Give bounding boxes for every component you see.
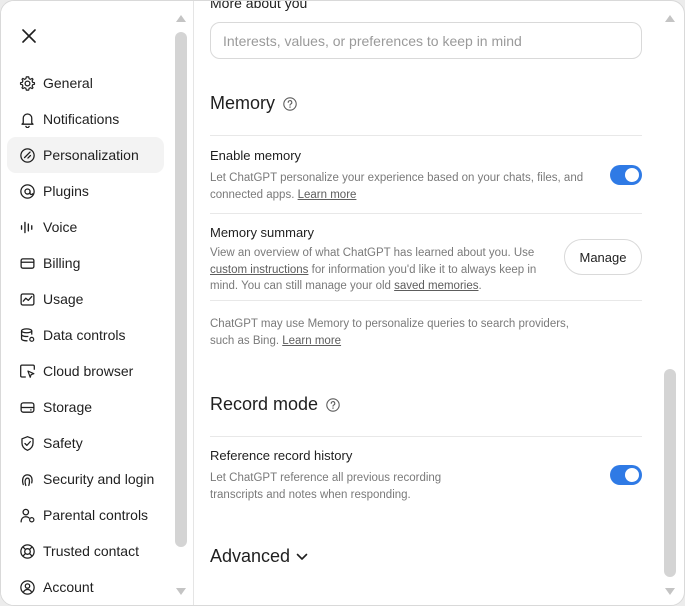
sidebar-item-parental-controls[interactable]: Parental controls	[7, 497, 164, 533]
advanced-section-toggle[interactable]: Advanced	[210, 546, 308, 567]
divider	[210, 213, 642, 214]
bell-icon	[18, 110, 36, 128]
manage-button[interactable]: Manage	[564, 239, 642, 275]
parental-controls-icon	[18, 506, 36, 524]
sidebar-item-trusted-contact[interactable]: Trusted contact	[7, 533, 164, 569]
settings-window: General Notifications Personalization Pl…	[0, 0, 685, 606]
sidebar-item-label: Safety	[43, 435, 83, 451]
sidebar-item-personalization[interactable]: Personalization	[7, 137, 164, 173]
sidebar-item-storage[interactable]: Storage	[7, 389, 164, 425]
sidebar-item-label: Storage	[43, 399, 93, 415]
fingerprint-icon	[18, 470, 36, 488]
sidebar-item-plugins[interactable]: Plugins	[7, 173, 164, 209]
sidebar-item-cloud-browser[interactable]: Cloud browser	[7, 353, 164, 389]
close-button[interactable]	[15, 22, 43, 50]
saved-memories-link[interactable]: saved memories	[394, 280, 478, 292]
help-icon[interactable]	[283, 96, 297, 111]
sidebar-scroll-down-arrow[interactable]	[176, 587, 186, 595]
cloud-browser-icon	[18, 362, 36, 380]
settings-sidebar: General Notifications Personalization Pl…	[1, 1, 194, 605]
enable-memory-title: Enable memory	[210, 148, 302, 163]
reference-record-history-toggle[interactable]	[610, 465, 642, 485]
sidebar-item-label: Cloud browser	[43, 363, 134, 379]
storage-icon	[18, 398, 36, 416]
sidebar-item-label: Plugins	[43, 183, 89, 199]
sidebar-item-security-and-login[interactable]: Security and login	[7, 461, 164, 497]
sidebar-item-usage[interactable]: Usage	[7, 281, 164, 317]
record-mode-title-text: Record mode	[210, 394, 319, 414]
learn-more-link[interactable]: Learn more	[298, 189, 357, 201]
billing-icon	[18, 254, 36, 272]
help-icon[interactable]	[326, 397, 340, 412]
divider	[210, 135, 642, 136]
voice-icon	[18, 218, 36, 236]
more-about-you-input[interactable]	[210, 22, 642, 59]
sidebar-item-label: Personalization	[43, 147, 139, 163]
enable-memory-description: Let ChatGPT personalize your experience …	[210, 172, 584, 201]
memory-summary-title: Memory summary	[210, 225, 315, 240]
account-icon	[18, 578, 36, 596]
settings-nav: General Notifications Personalization Pl…	[7, 65, 164, 605]
gear-icon	[18, 74, 36, 92]
settings-content: More about you Memory Enable memory Let …	[194, 0, 684, 605]
toggle-knob	[625, 468, 639, 482]
sidebar-item-label: Trusted contact	[43, 543, 139, 559]
sidebar-item-label: General	[43, 75, 93, 91]
custom-instructions-link[interactable]: custom instructions	[210, 264, 308, 276]
sidebar-item-label: Account	[43, 579, 94, 595]
sidebar-item-label: Notifications	[43, 111, 120, 127]
sidebar-item-general[interactable]: General	[7, 65, 164, 101]
memory-title-text: Memory	[210, 93, 276, 113]
personalization-icon	[18, 146, 36, 164]
sidebar-scrollbar[interactable]	[175, 32, 187, 547]
memory-section-title: Memory	[210, 93, 297, 114]
sidebar-item-label: Voice	[43, 219, 78, 235]
sidebar-item-label: Security and login	[43, 471, 155, 487]
content-scroll-down-arrow[interactable]	[665, 587, 675, 595]
sidebar-item-label: Parental controls	[43, 507, 149, 523]
sidebar-scroll-up-arrow[interactable]	[176, 14, 186, 22]
sidebar-item-label: Data controls	[43, 327, 126, 343]
sidebar-item-label: Usage	[43, 291, 84, 307]
sidebar-item-safety[interactable]: Safety	[7, 425, 164, 461]
lifebuoy-icon	[18, 542, 36, 560]
shield-icon	[18, 434, 36, 452]
reference-record-history-title: Reference record history	[210, 448, 353, 463]
plugins-icon	[18, 182, 36, 200]
chevron-down-icon	[296, 553, 308, 560]
sidebar-item-account[interactable]: Account	[7, 569, 164, 605]
toggle-knob	[625, 168, 639, 182]
content-scrollbar[interactable]	[664, 369, 676, 577]
reference-record-history-description: Let ChatGPT reference all previous recor…	[210, 472, 442, 501]
memory-summary-description: View an overview of what ChatGPT has lea…	[210, 247, 537, 292]
sidebar-item-notifications[interactable]: Notifications	[7, 101, 164, 137]
enable-memory-toggle[interactable]	[610, 165, 642, 185]
usage-icon	[18, 290, 36, 308]
memory-note: ChatGPT may use Memory to personalize qu…	[210, 318, 569, 347]
sidebar-item-billing[interactable]: Billing	[7, 245, 164, 281]
learn-more-link[interactable]: Learn more	[282, 335, 341, 347]
advanced-title: Advanced	[210, 546, 291, 566]
divider	[210, 436, 642, 437]
data-controls-icon	[18, 326, 36, 344]
close-icon	[22, 29, 36, 43]
more-about-you-label: More about you	[210, 0, 308, 11]
content-scroll-up-arrow[interactable]	[665, 14, 675, 22]
divider	[210, 300, 642, 301]
sidebar-item-voice[interactable]: Voice	[7, 209, 164, 245]
record-mode-section-title: Record mode	[210, 394, 340, 415]
sidebar-item-label: Billing	[43, 255, 81, 271]
sidebar-item-data-controls[interactable]: Data controls	[7, 317, 164, 353]
